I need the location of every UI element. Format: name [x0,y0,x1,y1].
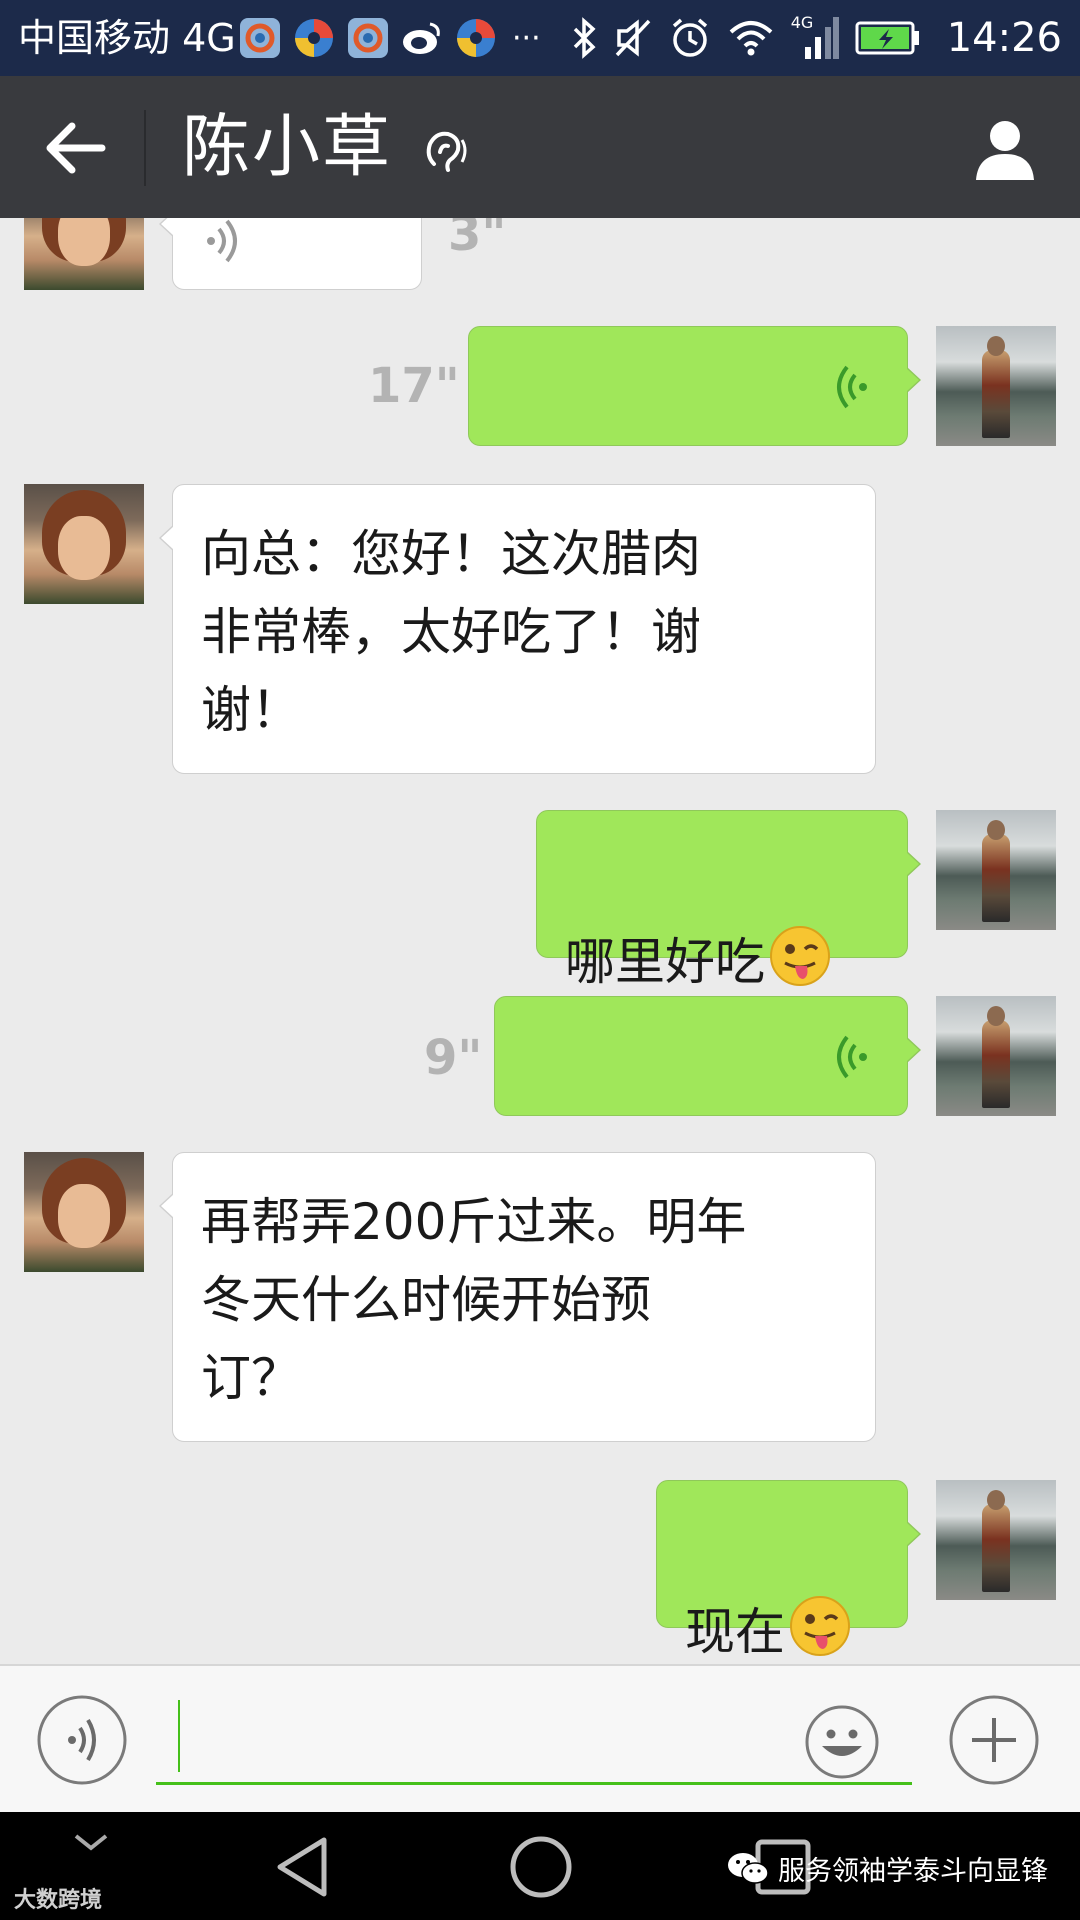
watermark-text: 服务领袖学泰斗向显锋 [778,1855,1048,1887]
carrier-label: 中国移动 4G [18,16,236,60]
back-arrow-icon[interactable] [40,116,110,180]
wechat-icon [728,1853,769,1884]
message-text: 再帮弄200斤过来。明年 冬天什么时候开始预 订？ [201,1193,747,1407]
message-text: 向总：您好！这次腊肉 非常棒，太好吃了！谢 谢！ [201,525,701,739]
my-avatar[interactable] [936,1480,1056,1600]
plus-icon[interactable] [948,1694,1040,1786]
nav-back-icon[interactable] [268,1832,338,1902]
voice-duration: 17" [368,358,460,414]
wifi-icon [729,21,773,56]
voice-message-bubble[interactable] [468,326,921,446]
watermark-left: 大数跨境 [14,1888,103,1913]
text-caret [178,1700,180,1772]
text-message-bubble[interactable]: 再帮弄200斤过来。明年 冬天什么时候开始预 订？ [159,1152,876,1442]
text-message-bubble[interactable]: 哪里好吃 [536,810,921,991]
text-message-bubble[interactable]: 现在 [656,1480,921,1661]
nav-home-icon[interactable] [506,1832,576,1902]
my-avatar[interactable] [936,326,1056,446]
profile-icon[interactable] [970,114,1040,184]
voice-message-bubble[interactable] [494,996,921,1116]
wink-tongue-emoji [770,926,830,986]
app-icon [295,19,333,57]
header-overlay: 陈小草 [0,76,1080,218]
contact-avatar[interactable] [24,1152,144,1272]
my-avatar[interactable] [936,810,1056,930]
app-icon [457,19,495,57]
battery-icon [855,21,919,55]
watermark-right: 服务领袖学泰斗向显锋 [726,1846,1048,1890]
my-avatar[interactable] [936,996,1056,1116]
bluetooth-icon [573,17,596,59]
alarm-icon [672,18,707,57]
system-icons: 4G 14:26 [571,10,1062,66]
status-bar: 中国移动 4G ··· 4G 14:26 [0,0,1080,76]
contact-avatar[interactable] [24,484,144,604]
voice-wave-icon [837,1035,867,1079]
chevron-down-icon[interactable] [72,1830,110,1854]
signal-icon: 4G [791,15,839,61]
wink-tongue-emoji [790,1596,850,1656]
weibo-icon [403,22,440,54]
mute-icon [615,19,650,57]
text-message-bubble[interactable]: 向总：您好！这次腊肉 非常棒，太好吃了！谢 谢！ [159,484,876,774]
app-icon [240,18,280,58]
voice-wave-icon [207,219,237,263]
message-input[interactable] [156,1696,912,1785]
app-icon [348,18,388,58]
voice-duration: 9" [424,1030,483,1086]
header-divider [144,110,146,186]
emoji-icon[interactable] [804,1704,880,1780]
chat-title: 陈小草 [182,108,393,187]
clock: 14:26 [946,15,1062,61]
more-dots-icon: ··· [512,20,541,56]
message-text: 现在 [685,1603,785,1661]
message-content: 现在 [685,1515,879,1671]
earpiece-icon [426,131,467,172]
message-text: 哪里好吃 [565,933,765,991]
notification-icons: ··· [238,14,541,62]
voice-wave-icon [837,365,867,409]
input-bar [0,1664,1080,1814]
system-nav-bar: 大数跨境 服务领袖学泰斗向显锋 [0,1812,1080,1920]
message-content: 哪里好吃 [565,845,879,1001]
voice-mode-icon[interactable] [36,1694,128,1786]
